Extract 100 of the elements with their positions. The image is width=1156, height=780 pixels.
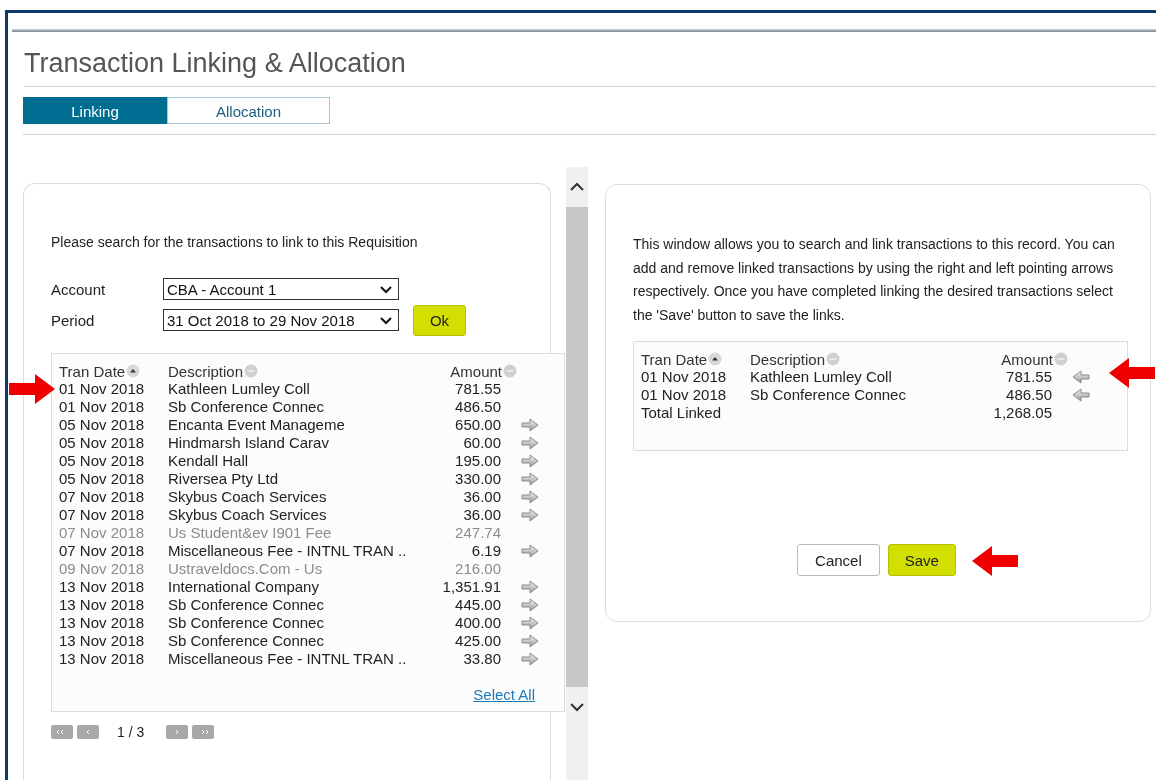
table-cell-text: 01 Nov 2018 [59,380,146,398]
table-cell-text: 216.00 [454,560,502,578]
table-cell-text: 650.00 [454,416,502,434]
right-arrow-icon[interactable] [521,616,539,630]
select-all-link[interactable]: Select All [473,686,535,703]
table-cell-text: 247.74 [454,524,502,542]
table-cell-text: 09 Nov 2018 [59,560,146,578]
right-arrow-icon[interactable] [521,472,539,486]
table-cell-text: 486.50 [454,398,502,416]
table-cell-text: Sb Conference Connec [168,614,325,632]
right-arrow-icon[interactable] [521,634,539,648]
scrollbar[interactable] [566,167,588,780]
column-header[interactable]: Amount [450,362,502,380]
table-cell-text: 05 Nov 2018 [59,470,146,488]
annotation-arrow [971,546,1018,576]
field-label: Account [51,280,107,298]
scroll-down-icon[interactable] [569,701,585,713]
previous-page-icon[interactable] [77,725,99,739]
table-cell-text: 07 Nov 2018 [59,488,146,506]
next-page-icon[interactable] [166,725,189,739]
table-cell-text: Total Linked [641,404,723,422]
table-cell-text: Riversea Pty Ltd [168,470,280,488]
table-cell-text: 1,268.05 [992,404,1053,422]
annotation-arrow [9,374,55,404]
last-page-icon[interactable] [192,725,215,739]
chevron-down-icon [379,314,393,326]
cancel-button[interactable]: Cancel [797,544,880,576]
tab[interactable]: Linking [23,97,167,124]
scroll-up-icon[interactable] [569,181,585,193]
chevron-down-icon [379,283,393,295]
ok-button[interactable]: Ok [413,304,466,336]
tab[interactable]: Allocation [167,97,330,124]
right-arrow-icon[interactable] [521,580,539,594]
table-cell-text: 01 Nov 2018 [641,368,728,386]
table-cell-text: 01 Nov 2018 [59,398,146,416]
instruction-text: Please search for the transactions to link to this Requisition [51,234,419,250]
table-cell-text: Sb Conference Connec [168,632,325,650]
dropdown-field[interactable]: 31 Oct 2018 to 29 Nov 2018 [163,309,399,331]
left-arrow-icon[interactable] [1072,388,1090,402]
column-header[interactable]: Description [168,362,244,380]
table-cell-text: 1,351.91 [441,578,502,596]
table-cell-text: 13 Nov 2018 [59,614,146,632]
table-cell-text: 07 Nov 2018 [59,524,146,542]
table-cell-text: 33.80 [462,650,502,668]
left-arrow-icon[interactable] [1072,370,1090,384]
column-header[interactable]: Tran Date [641,350,708,368]
dropdown-field[interactable]: CBA - Account 1 [163,278,399,300]
table-cell-text: Kendall Hall [168,452,250,470]
save-button[interactable]: Save [887,544,956,576]
table-cell-text: 05 Nov 2018 [59,452,146,470]
table-cell-text: Skybus Coach Services [168,506,328,524]
page-indicator: 1 / 3 [117,724,145,740]
table-cell-text: Encanta Event Manageme [168,416,346,434]
table-cell-text: Us Student&ev I901 Fee [168,524,333,542]
instruction-text: This window allows you to search and link transactions to this record. You can add and remove linked transactions by using the right and left pointing arrows respectively. Once you have completed linking the desired transactions select the 'Save' button to save the links. [633,235,1116,325]
table-cell-text: 330.00 [454,470,502,488]
scrollbar-thumb[interactable] [566,207,588,687]
table-cell-text: Kathleen Lumley Coll [168,380,311,398]
table-cell-text: Sb Conference Connec [168,398,325,416]
table-cell-text: 01 Nov 2018 [641,386,728,404]
right-arrow-icon[interactable] [521,598,539,612]
table-cell-text: 781.55 [454,380,502,398]
page-title: Transaction Linking & Allocation [24,46,1156,87]
table-cell-text: 781.55 [1005,368,1053,386]
table-cell-text: Hindmarsh Island Carav [168,434,330,452]
right-arrow-icon[interactable] [521,508,539,522]
sort-icon[interactable] [1054,352,1068,366]
sort-icon[interactable] [503,364,517,378]
sort-ascending-icon[interactable] [708,352,723,366]
table-cell-text: 05 Nov 2018 [59,416,146,434]
sort-icon[interactable] [826,352,841,366]
right-arrow-icon[interactable] [521,436,539,450]
right-arrow-icon[interactable] [521,652,539,666]
right-arrow-icon[interactable] [521,544,539,558]
table-cell-text: 445.00 [454,596,502,614]
table-cell-text: International Company [168,578,320,596]
table-cell-text: 400.00 [454,614,502,632]
table-cell-text: 13 Nov 2018 [59,578,146,596]
table-cell-text: Skybus Coach Services [168,488,328,506]
table-cell-text: 60.00 [462,434,502,452]
table-cell-text: 13 Nov 2018 [59,596,146,614]
first-page-icon[interactable] [51,725,73,739]
sort-ascending-icon[interactable] [126,364,141,378]
table-cell-text: 07 Nov 2018 [59,542,146,560]
right-arrow-icon[interactable] [521,490,539,504]
table-cell-text: 425.00 [454,632,502,650]
sort-icon[interactable] [244,364,259,378]
field-label: Period [51,311,96,329]
table-cell-text: 05 Nov 2018 [59,434,146,452]
column-header[interactable]: Amount [1001,350,1053,368]
table-cell-text: Sb Conference Connec [750,386,907,404]
column-header[interactable]: Tran Date [59,362,126,380]
right-arrow-icon[interactable] [521,454,539,468]
right-arrow-icon[interactable] [521,418,539,432]
table-cell-text: Miscellaneous Fee - INTNL TRAN .. [168,650,408,668]
table-cell-text: 13 Nov 2018 [59,632,146,650]
table-cell-text: 07 Nov 2018 [59,506,146,524]
table-cell-text: 13 Nov 2018 [59,650,146,668]
column-header[interactable]: Description [750,350,826,368]
table-cell-text: Kathleen Lumley Coll [750,368,893,386]
